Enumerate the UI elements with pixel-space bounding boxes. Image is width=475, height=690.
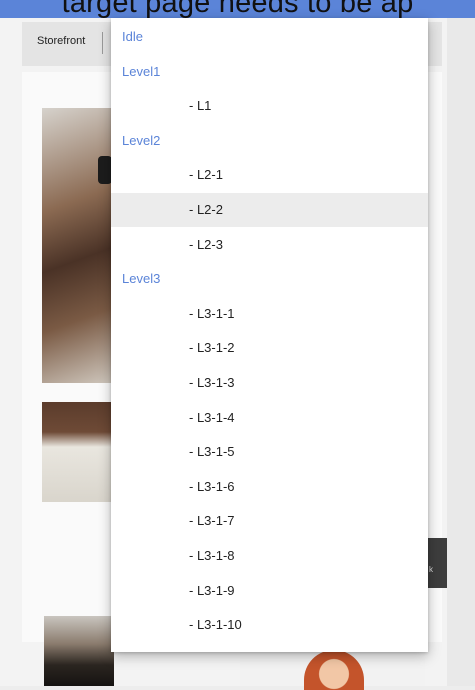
side-action-button[interactable]: k <box>427 538 447 588</box>
dropdown-group-header: Level3 <box>122 271 161 287</box>
dropdown-option[interactable]: - L3-1-10 <box>111 608 428 642</box>
dropdown-option[interactable]: - L3-1-8 <box>111 539 428 573</box>
dropdown-option[interactable]: - L3-1-6 <box>111 470 428 504</box>
dropdown-option[interactable]: - L3-1-2 <box>111 331 428 365</box>
dropdown-option[interactable]: - L3-1-3 <box>111 366 428 400</box>
dropdown-option[interactable]: - L2-2 <box>111 193 428 227</box>
dropdown-group-header: Idle <box>122 29 143 44</box>
header-title: target page needs to be ap <box>61 0 414 18</box>
level-dropdown-menu[interactable]: Idle Level1 - L1 Level2 - L2-1- L2-2- L2-3 Le… <box>111 18 428 652</box>
storefront-tab[interactable]: Storefront <box>37 35 85 47</box>
sunglasses-detail <box>98 156 112 184</box>
product-image[interactable] <box>44 616 114 686</box>
dropdown-option[interactable]: - L3-1-5 <box>111 435 428 469</box>
dropdown-option[interactable]: - L2-3 <box>111 228 428 262</box>
side-action-label: k <box>429 565 433 574</box>
dropdown-option[interactable]: - L3-1-7 <box>111 504 428 538</box>
dropdown-option[interactable]: - L3-1-9 <box>111 574 428 608</box>
dropdown-group-header: Level2 <box>122 132 161 148</box>
portrait-detail <box>304 650 364 690</box>
dropdown-option[interactable]: - L2-1 <box>111 158 428 192</box>
product-image[interactable] <box>42 108 112 383</box>
product-image[interactable] <box>42 402 112 502</box>
tab-divider <box>102 32 103 54</box>
dropdown-option[interactable]: - L3-1-4 <box>111 401 428 435</box>
dropdown-option[interactable]: - L3-1-11 <box>111 643 428 653</box>
right-gutter <box>447 18 475 686</box>
dropdown-option[interactable]: - L1 <box>111 89 428 123</box>
dropdown-group-header: Level1 <box>122 63 161 79</box>
top-header: target page needs to be ap <box>0 0 475 18</box>
dropdown-option[interactable]: - L3-1-1 <box>111 297 428 331</box>
